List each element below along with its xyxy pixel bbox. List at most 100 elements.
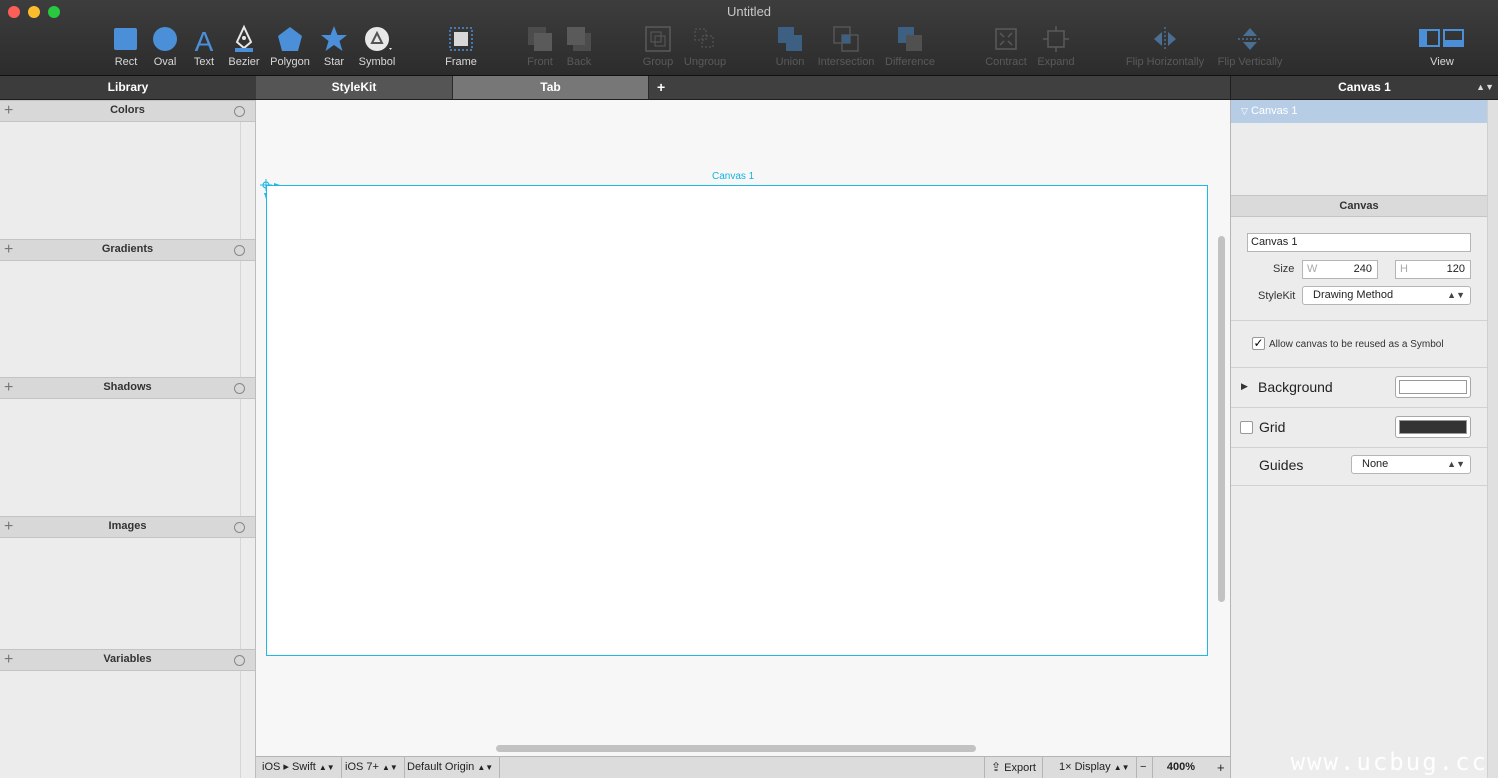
- difference-button[interactable]: Difference: [880, 24, 940, 68]
- zoom-in-button[interactable]: +: [1211, 757, 1231, 778]
- divider: [1231, 320, 1487, 321]
- tool-label: Expand: [1037, 56, 1075, 68]
- watermark-text: www.ucbug.cc: [1290, 748, 1488, 776]
- divider: [1231, 407, 1487, 408]
- size-label: Size: [1273, 263, 1295, 275]
- window-title: Untitled: [726, 4, 772, 19]
- guides-label: Guides: [1259, 457, 1304, 473]
- expand-icon: [1043, 26, 1069, 52]
- group-icon: [645, 26, 671, 52]
- tool-label: Flip Horizontally: [1125, 56, 1205, 68]
- canvas-name-field[interactable]: Canvas 1: [1247, 233, 1471, 252]
- library-section-colors[interactable]: + Colors: [0, 100, 255, 122]
- back-button[interactable]: Back: [549, 24, 609, 68]
- flip-horizontal-icon: [1154, 27, 1176, 51]
- frame-icon: [449, 27, 473, 51]
- platform-value: iOS ▸ Swift: [262, 761, 316, 773]
- library-section-title: Images: [108, 520, 147, 532]
- guides-select[interactable]: None ▲▼: [1351, 455, 1471, 474]
- height-value: 120: [1446, 263, 1465, 275]
- tab-stylekit[interactable]: StyleKit: [256, 76, 452, 100]
- width-value: 240: [1353, 263, 1372, 275]
- library-section-shadows[interactable]: + Shadows: [0, 377, 255, 399]
- updown-arrows-icon: ▲▼: [318, 763, 335, 772]
- union-button[interactable]: Union: [760, 24, 820, 68]
- library-section-images[interactable]: + Images: [0, 516, 255, 538]
- reuse-symbol-label: Allow canvas to be reused as a Symbol: [1269, 339, 1444, 350]
- divider: [1231, 485, 1487, 486]
- library-section-variables[interactable]: + Variables: [0, 649, 255, 671]
- origin-select[interactable]: Default Origin ▲▼: [401, 757, 501, 778]
- tool-label: Flip Vertically: [1217, 56, 1283, 68]
- circle-option-icon[interactable]: [234, 106, 245, 117]
- height-prefix: H: [1400, 263, 1408, 275]
- tool-label: Frame: [445, 56, 477, 68]
- symbol-icon: [365, 27, 392, 51]
- display-value: 1× Display: [1059, 761, 1111, 773]
- canvas-frame[interactable]: [266, 185, 1208, 656]
- send-back-icon: [567, 27, 591, 51]
- grid-color-well[interactable]: [1395, 416, 1471, 438]
- library-divider: [240, 122, 241, 239]
- tool-label: Symbol: [358, 56, 396, 68]
- disclosure-triangle-icon[interactable]: ▽: [1241, 106, 1248, 116]
- height-field[interactable]: H 120: [1395, 260, 1471, 279]
- ungroup-button[interactable]: Ungroup: [675, 24, 735, 68]
- tool-label: Difference: [885, 56, 935, 68]
- tool-label: View: [1430, 56, 1454, 68]
- background-color-well[interactable]: [1395, 376, 1471, 398]
- width-field[interactable]: W 240: [1302, 260, 1378, 279]
- contract-icon: [995, 28, 1017, 50]
- app-window: Untitled Rect Oval A Text Bezier Polygon: [0, 0, 1498, 778]
- flip-vertical-button[interactable]: Flip Vertically: [1210, 24, 1290, 68]
- flip-horizontal-button[interactable]: Flip Horizontally: [1122, 24, 1208, 68]
- ios-version-select[interactable]: iOS 7+ ▲▼: [339, 757, 405, 778]
- circle-option-icon[interactable]: [234, 522, 245, 533]
- tool-label: Back: [566, 56, 592, 68]
- export-icon: ⇪: [991, 760, 1002, 774]
- library-divider: [240, 538, 241, 649]
- status-bar: iOS ▸ Swift ▲▼ iOS 7+ ▲▼ Default Origin …: [256, 756, 1230, 778]
- library-section-title: Colors: [110, 104, 145, 116]
- grid-checkbox[interactable]: [1240, 421, 1253, 434]
- circle-option-icon[interactable]: [234, 245, 245, 256]
- circle-option-icon[interactable]: [234, 383, 245, 394]
- expand-button[interactable]: Expand: [1026, 24, 1086, 68]
- export-label: Export: [1004, 762, 1036, 774]
- symbol-tool-button[interactable]: Symbol: [347, 24, 407, 68]
- view-button[interactable]: View: [1412, 24, 1472, 68]
- toolbar: Untitled Rect Oval A Text Bezier Polygon: [0, 0, 1498, 76]
- vertical-scrollbar[interactable]: [1218, 236, 1225, 602]
- canvas-tree-item[interactable]: ▽ Canvas 1: [1231, 100, 1487, 123]
- library-section-gradients[interactable]: + Gradients: [0, 239, 255, 261]
- library-divider: [240, 261, 241, 377]
- export-button[interactable]: ⇪ Export: [984, 757, 1043, 778]
- horizontal-scrollbar[interactable]: [496, 745, 976, 752]
- display-scale-select[interactable]: 1× Display ▲▼: [1053, 757, 1137, 778]
- circle-option-icon[interactable]: [234, 655, 245, 666]
- inspector-scrollbar[interactable]: [1487, 100, 1498, 778]
- background-color-swatch: [1399, 380, 1467, 394]
- zoom-out-button[interactable]: −: [1134, 757, 1154, 778]
- difference-icon: [898, 27, 922, 51]
- stylekit-method-select[interactable]: Drawing Method ▲▼: [1302, 286, 1471, 305]
- tool-label: Intersection: [817, 56, 875, 68]
- union-icon: [778, 27, 802, 51]
- grid-color-swatch: [1399, 420, 1467, 434]
- disclosure-triangle-icon[interactable]: ▶: [1241, 381, 1248, 392]
- tool-label: Union: [775, 56, 805, 68]
- intersection-icon: [833, 26, 859, 52]
- canvas-area[interactable]: Canvas 1: [256, 100, 1230, 756]
- origin-value: Default Origin: [407, 761, 475, 773]
- divider: [1231, 447, 1487, 448]
- intersection-button[interactable]: Intersection: [816, 24, 876, 68]
- frame-tool-button[interactable]: Frame: [431, 24, 491, 68]
- reuse-symbol-checkbox[interactable]: ✓: [1252, 337, 1265, 350]
- tab-main[interactable]: Tab: [452, 76, 648, 100]
- library-header: Library: [0, 76, 256, 100]
- add-tab-button[interactable]: +: [648, 76, 1230, 100]
- canvas-title-label[interactable]: Canvas 1: [712, 171, 754, 182]
- platform-language-select[interactable]: iOS ▸ Swift ▲▼: [256, 757, 342, 778]
- inspector-header[interactable]: Canvas 1 ▲▼: [1230, 76, 1498, 100]
- tool-label: Ungroup: [683, 56, 727, 68]
